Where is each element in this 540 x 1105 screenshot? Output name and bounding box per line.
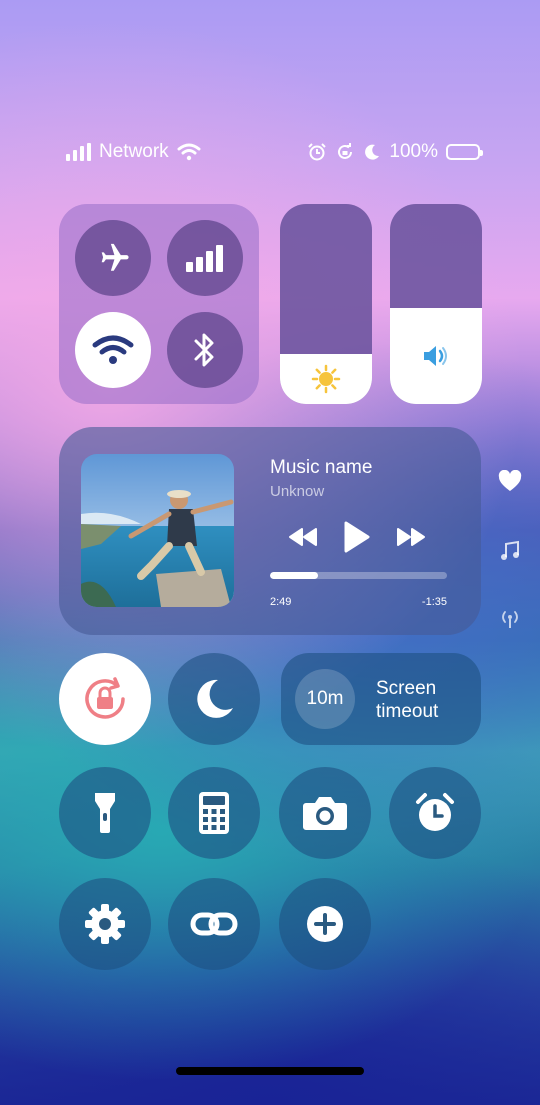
add-button[interactable] bbox=[279, 878, 371, 970]
brightness-slider[interactable] bbox=[280, 204, 372, 404]
rewind-icon[interactable] bbox=[287, 526, 319, 548]
network-label: Network bbox=[99, 141, 169, 162]
alarm-clock-icon bbox=[416, 793, 454, 831]
flashlight-icon bbox=[95, 793, 115, 833]
connectivity-panel bbox=[59, 204, 259, 404]
cellular-icon bbox=[186, 245, 223, 272]
playback-controls bbox=[287, 519, 427, 555]
playback-progress[interactable] bbox=[270, 572, 447, 579]
bluetooth-button[interactable] bbox=[167, 312, 243, 388]
add-icon bbox=[307, 906, 343, 942]
airplane-mode-button[interactable] bbox=[75, 220, 151, 296]
rotation-lock-icon bbox=[338, 143, 353, 159]
fast-forward-icon[interactable] bbox=[395, 526, 427, 548]
heart-icon[interactable] bbox=[497, 468, 523, 494]
screen-timeout-button[interactable]: 10m Screen timeout bbox=[281, 653, 481, 745]
alarm-clock-button[interactable] bbox=[389, 767, 481, 859]
album-art bbox=[81, 454, 234, 607]
do-not-disturb-button[interactable] bbox=[168, 653, 260, 745]
brightness-level bbox=[280, 354, 372, 404]
camera-icon bbox=[303, 797, 347, 830]
broadcast-icon[interactable] bbox=[497, 606, 523, 632]
track-title: Music name bbox=[270, 457, 373, 478]
rotation-lock-button[interactable] bbox=[59, 653, 151, 745]
calculator-button[interactable] bbox=[168, 767, 260, 859]
battery-icon bbox=[446, 144, 483, 160]
music-note-icon[interactable] bbox=[497, 538, 523, 564]
remaining-time: -1:35 bbox=[421, 596, 447, 608]
calculator-icon bbox=[199, 792, 229, 834]
screen-timeout-label: Screen timeout bbox=[376, 677, 438, 723]
wifi-icon bbox=[92, 335, 134, 364]
rotation-lock-icon bbox=[85, 677, 125, 719]
flashlight-button[interactable] bbox=[59, 767, 151, 859]
screen-timeout-label-line1: Screen bbox=[376, 678, 437, 699]
play-icon[interactable] bbox=[342, 520, 372, 554]
elapsed-time: 2:49 bbox=[270, 596, 292, 608]
status-bar: Network 100% bbox=[66, 138, 483, 166]
screen-timeout-label-line2: timeout bbox=[376, 701, 439, 722]
volume-slider[interactable] bbox=[390, 204, 482, 404]
settings-button[interactable] bbox=[59, 878, 151, 970]
speaker-icon bbox=[424, 346, 447, 366]
screen-timeout-value: 10m bbox=[295, 669, 355, 729]
media-player: Music name Unknow 2:49 -1:35 bbox=[59, 427, 481, 635]
camera-button[interactable] bbox=[279, 767, 371, 859]
link-icon bbox=[190, 912, 238, 936]
sun-icon bbox=[311, 364, 341, 394]
battery-label: 100% bbox=[389, 141, 438, 162]
bluetooth-icon bbox=[194, 333, 214, 367]
link-button[interactable] bbox=[168, 878, 260, 970]
cellular-button[interactable] bbox=[167, 220, 243, 296]
wifi-icon bbox=[177, 143, 201, 161]
track-artist: Unknow bbox=[270, 483, 325, 500]
volume-level bbox=[390, 308, 482, 404]
moon-icon bbox=[197, 679, 233, 718]
wifi-button[interactable] bbox=[75, 312, 151, 388]
settings-icon bbox=[85, 904, 125, 944]
signal-icon bbox=[66, 143, 91, 161]
home-indicator[interactable] bbox=[176, 1067, 364, 1075]
moon-icon bbox=[365, 144, 380, 160]
alarm-icon bbox=[308, 143, 327, 161]
airplane-icon bbox=[101, 243, 129, 271]
